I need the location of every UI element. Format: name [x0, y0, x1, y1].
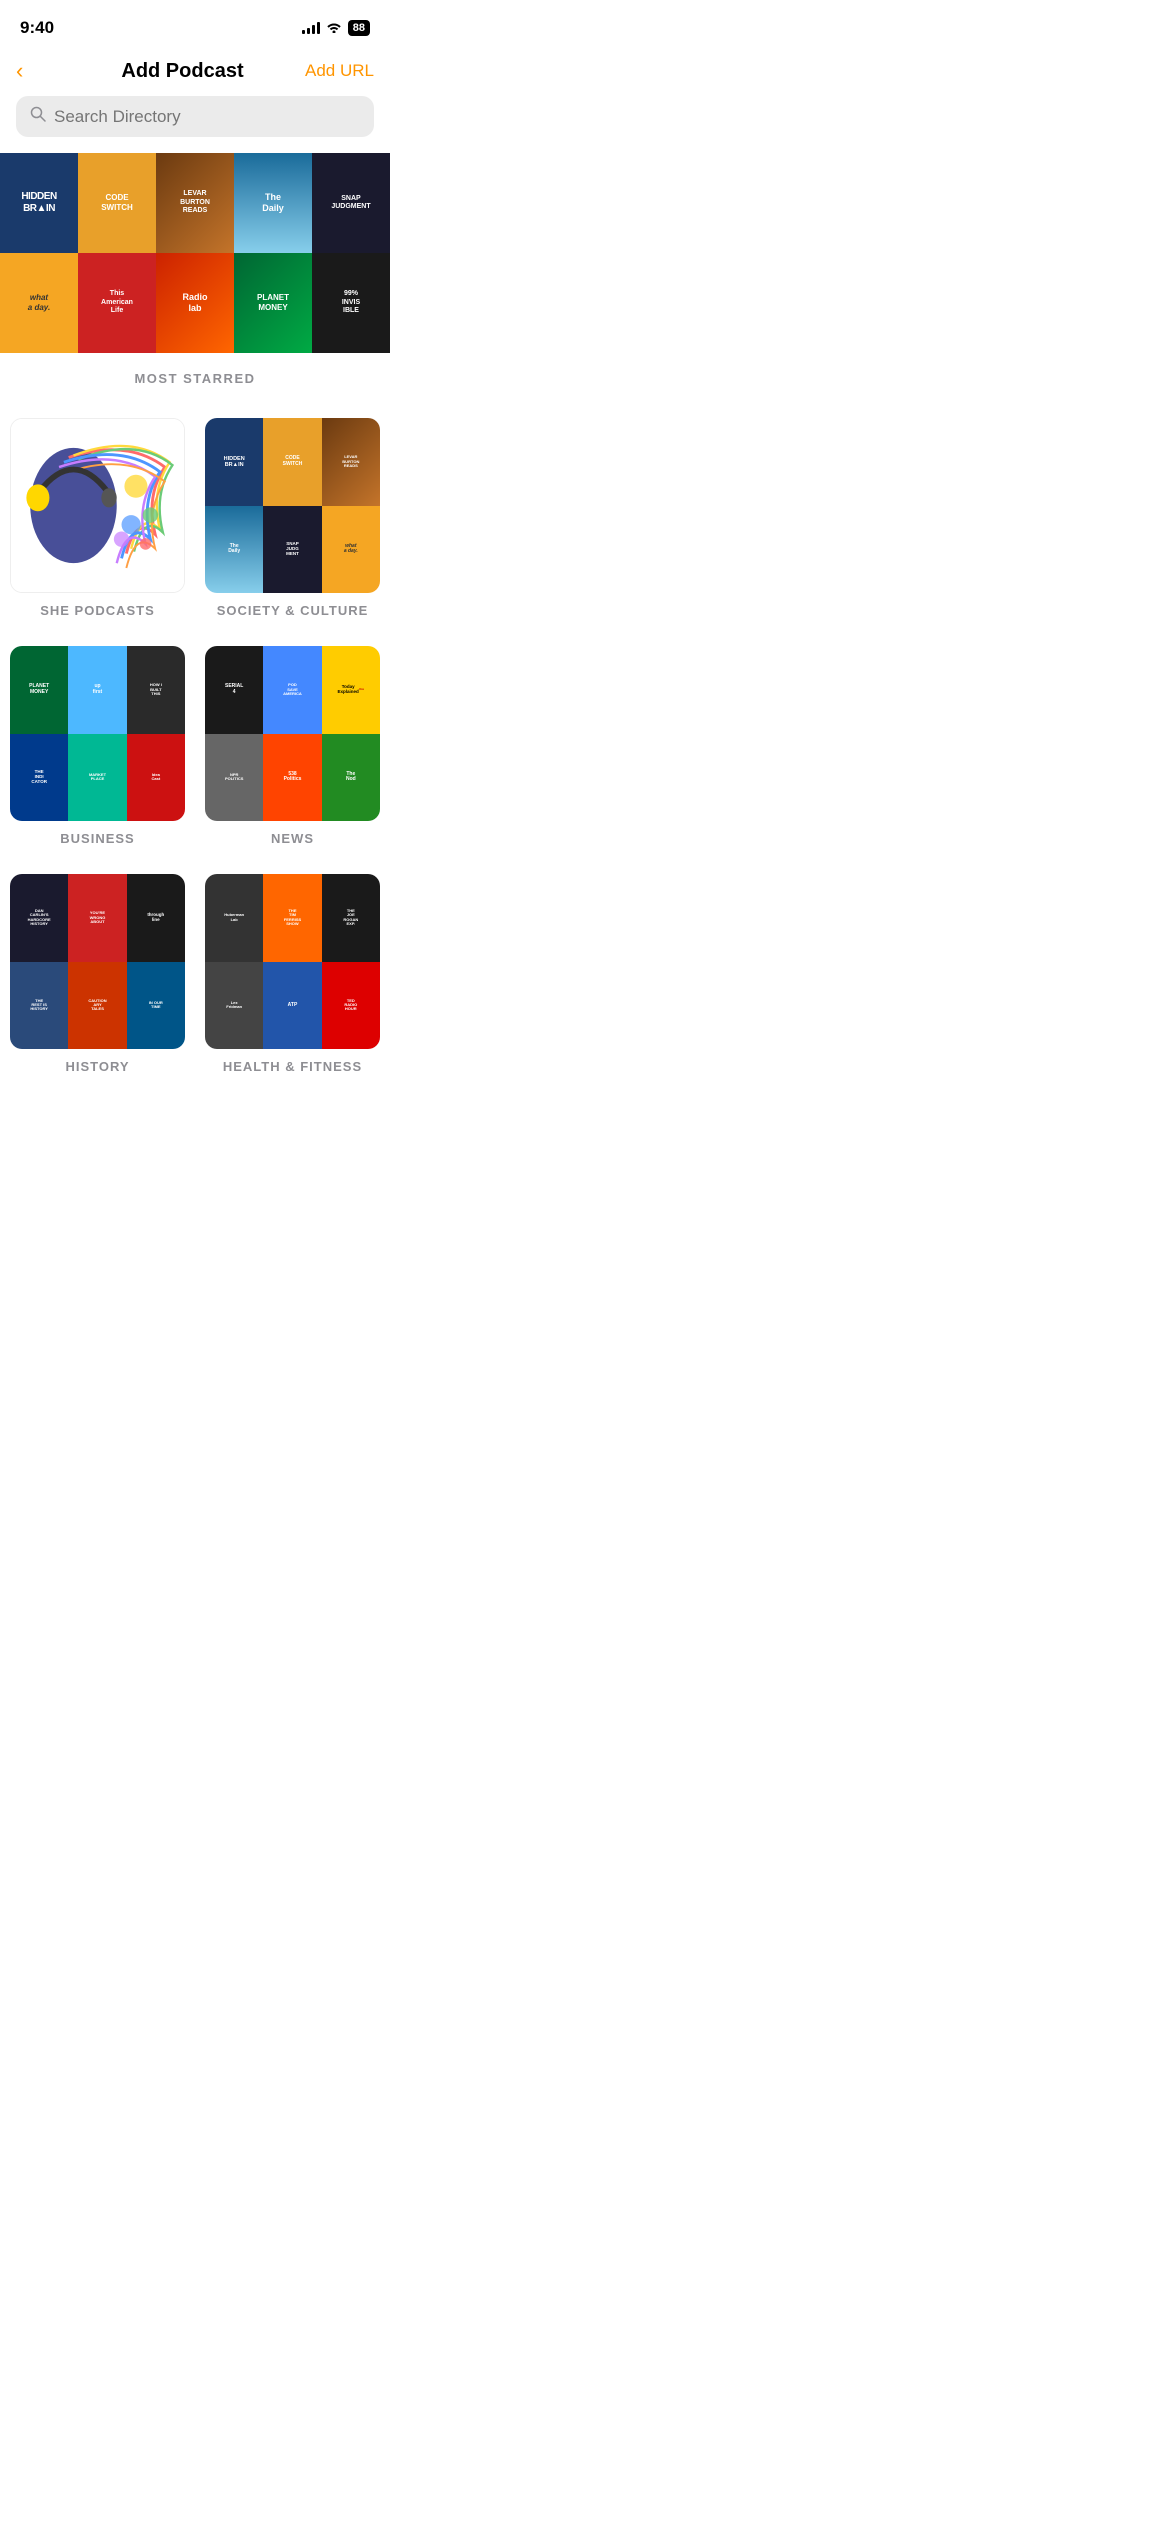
category-health[interactable]: HubermanLab THETIMFERRISSSHOW THEJOEROGA…: [195, 862, 390, 1090]
health-image: HubermanLab THETIMFERRISSSHOW THEJOEROGA…: [205, 874, 380, 1049]
category-business[interactable]: PLANETMONEY upfirst HOW IBUILTTHIS THEIN…: [0, 634, 195, 862]
society-culture-image: HIDDENBR▲IN CODESWITCH LEVARBURTONREADS …: [205, 418, 380, 593]
search-bar[interactable]: [16, 96, 374, 137]
banner-cell-snap[interactable]: SNAPJUDGMENT: [312, 153, 390, 253]
society-culture-label: SOCIETY & CULTURE: [205, 603, 380, 626]
status-time: 9:40: [20, 18, 54, 38]
status-bar: 9:40 88: [0, 0, 390, 50]
business-label: BUSINESS: [10, 831, 185, 854]
wifi-icon: [326, 21, 342, 36]
search-icon: [30, 106, 46, 127]
banner-cell-levar[interactable]: LEVARBURTONREADS: [156, 153, 234, 253]
category-news[interactable]: SERIAL4 PODSAVEAMERICA TodayExplainedVox…: [195, 634, 390, 862]
nav-header: ‹ Add Podcast Add URL: [0, 50, 390, 96]
news-label: NEWS: [205, 831, 380, 854]
status-icons: 88: [302, 20, 370, 36]
she-podcasts-image: [10, 418, 185, 593]
banner-cell-code-switch[interactable]: CODESWITCH: [78, 153, 156, 253]
banner-cell-99invisible[interactable]: 99%INVISIBLE: [312, 253, 390, 353]
add-url-button[interactable]: Add URL: [305, 61, 374, 81]
category-society-culture[interactable]: HIDDENBR▲IN CODESWITCH LEVARBURTONREADS …: [195, 406, 390, 634]
search-input[interactable]: [54, 107, 360, 127]
banner-cell-radiolab[interactable]: Radiolab: [156, 253, 234, 353]
back-button[interactable]: ‹: [16, 58, 60, 84]
page-title: Add Podcast: [121, 60, 243, 83]
she-podcasts-label: SHE PODCASTS: [10, 603, 185, 626]
health-label: HEALTH & FITNESS: [205, 1059, 380, 1082]
category-history[interactable]: DANCARLIN'SHARDCOREHISTORY YOU'REWRONGAB…: [0, 862, 195, 1090]
banner-cell-hidden-brain[interactable]: HIDDENBR▲IN: [0, 153, 78, 253]
most-starred-label: MOST STARRED: [0, 353, 390, 406]
banner-cell-daily[interactable]: TheDaily: [234, 153, 312, 253]
signal-icon: [302, 22, 320, 34]
category-grid: SHE PODCASTS HIDDENBR▲IN CODESWITCH LEVA…: [0, 406, 390, 1090]
category-she-podcasts[interactable]: SHE PODCASTS: [0, 406, 195, 634]
business-image: PLANETMONEY upfirst HOW IBUILTTHIS THEIN…: [10, 646, 185, 821]
banner-cell-planet-money[interactable]: PLANETMONEY: [234, 253, 312, 353]
history-label: HISTORY: [10, 1059, 185, 1082]
most-starred-grid: HIDDENBR▲IN CODESWITCH LEVARBURTONREADS …: [0, 153, 390, 353]
history-image: DANCARLIN'SHARDCOREHISTORY YOU'REWRONGAB…: [10, 874, 185, 1049]
news-image: SERIAL4 PODSAVEAMERICA TodayExplainedVox…: [205, 646, 380, 821]
banner-cell-american-life[interactable]: ThisAmericanLife: [78, 253, 156, 353]
battery-indicator: 88: [348, 20, 370, 36]
banner-cell-whataday[interactable]: whata day.: [0, 253, 78, 353]
